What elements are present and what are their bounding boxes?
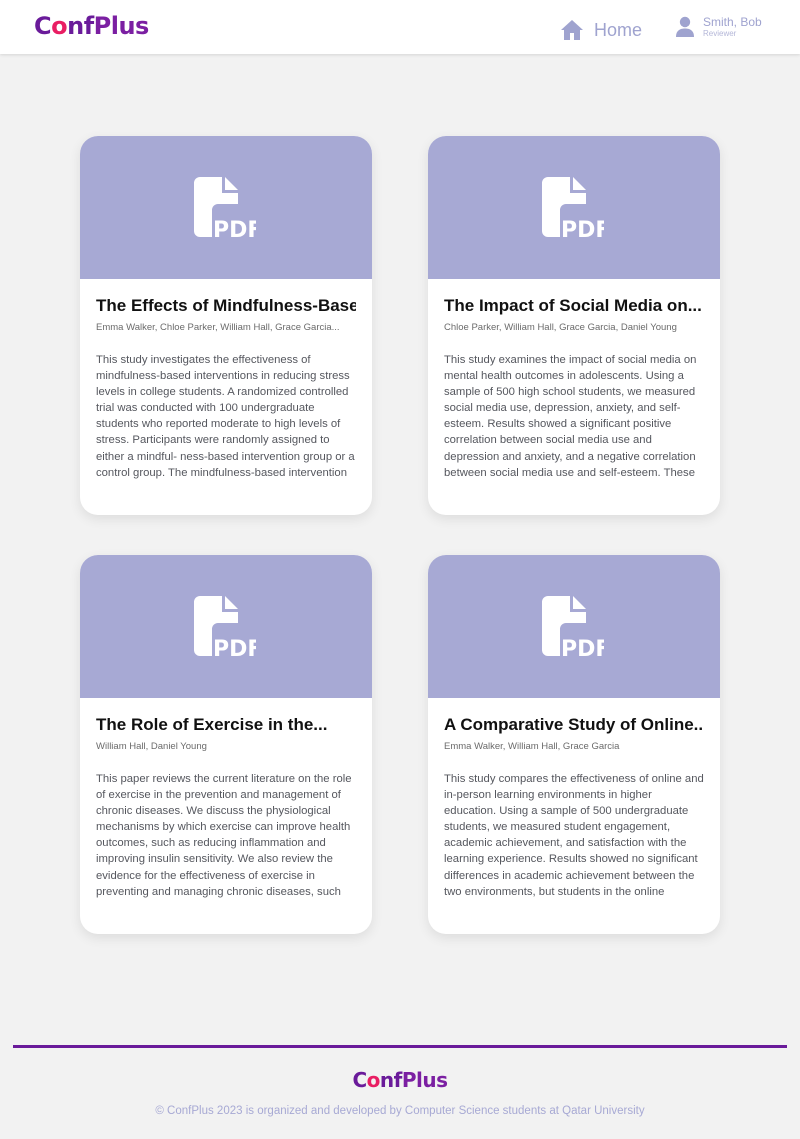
pdf-file-icon: PDF — [542, 177, 604, 239]
paper-authors: Emma Walker, William Hall, Grace Garcia — [444, 741, 620, 752]
paper-abstract: This study compares the effectiveness of… — [444, 773, 704, 898]
paper-authors: Chloe Parker, William Hall, Grace Garcia… — [444, 322, 677, 333]
pdf-file-icon: PDF — [194, 177, 256, 239]
paper-title[interactable]: The Role of Exercise in the... — [96, 715, 356, 735]
paper-abstract: This study examines the impact of social… — [444, 354, 697, 479]
paper-abstract: This paper reviews the current literatur… — [96, 773, 352, 898]
pdf-file-icon: PDF — [194, 596, 256, 658]
paper-title[interactable]: The Impact of Social Media on... — [444, 296, 704, 316]
nav-home-link[interactable]: Home — [560, 17, 642, 43]
paper-title[interactable]: A Comparative Study of Online... — [444, 715, 704, 735]
svg-text:PDF: PDF — [213, 218, 256, 239]
copyright-text: © ConfPlus 2023 is organized and develop… — [155, 1105, 645, 1117]
user-role: Reviewer — [703, 29, 737, 38]
paper-title[interactable]: The Effects of Mindfulness-Based — [96, 296, 356, 316]
svg-text:PDF: PDF — [561, 218, 604, 239]
card-thumbnail: PDF — [80, 555, 372, 698]
user-name: Smith, Bob — [703, 15, 762, 29]
footer: ConfPlus © ConfPlus 2023 is organized an… — [0, 1048, 800, 1139]
card-thumbnail: PDF — [80, 136, 372, 279]
paper-card[interactable]: PDF The Role of Exercise in the... Willi… — [80, 555, 372, 934]
user-icon — [676, 16, 694, 37]
nav-home-label: Home — [594, 19, 643, 40]
paper-authors: William Hall, Daniel Young — [96, 741, 207, 752]
paper-card[interactable]: PDF The Impact of Social Media on... Chl… — [428, 136, 720, 515]
home-icon — [561, 20, 583, 40]
top-navbar: ConfPlus Home Smith, Bob Reviewer — [0, 0, 800, 54]
card-thumbnail: PDF — [428, 136, 720, 279]
paper-card[interactable]: PDF The Effects of Mindfulness-Based Emm… — [80, 136, 372, 515]
paper-card[interactable]: PDF A Comparative Study of Online... Emm… — [428, 555, 720, 934]
footer-logo: ConfPlus — [352, 1068, 448, 1092]
pdf-file-icon: PDF — [542, 596, 604, 658]
paper-authors: Emma Walker, Chloe Parker, William Hall,… — [96, 322, 340, 333]
svg-text:PDF: PDF — [561, 637, 604, 658]
confplus-logo[interactable]: ConfPlus — [34, 12, 149, 40]
svg-text:PDF: PDF — [213, 637, 256, 658]
card-thumbnail: PDF — [428, 555, 720, 698]
user-profile[interactable]: Smith, Bob Reviewer — [676, 16, 762, 38]
paper-abstract: This study investigates the effectivenes… — [96, 354, 355, 479]
